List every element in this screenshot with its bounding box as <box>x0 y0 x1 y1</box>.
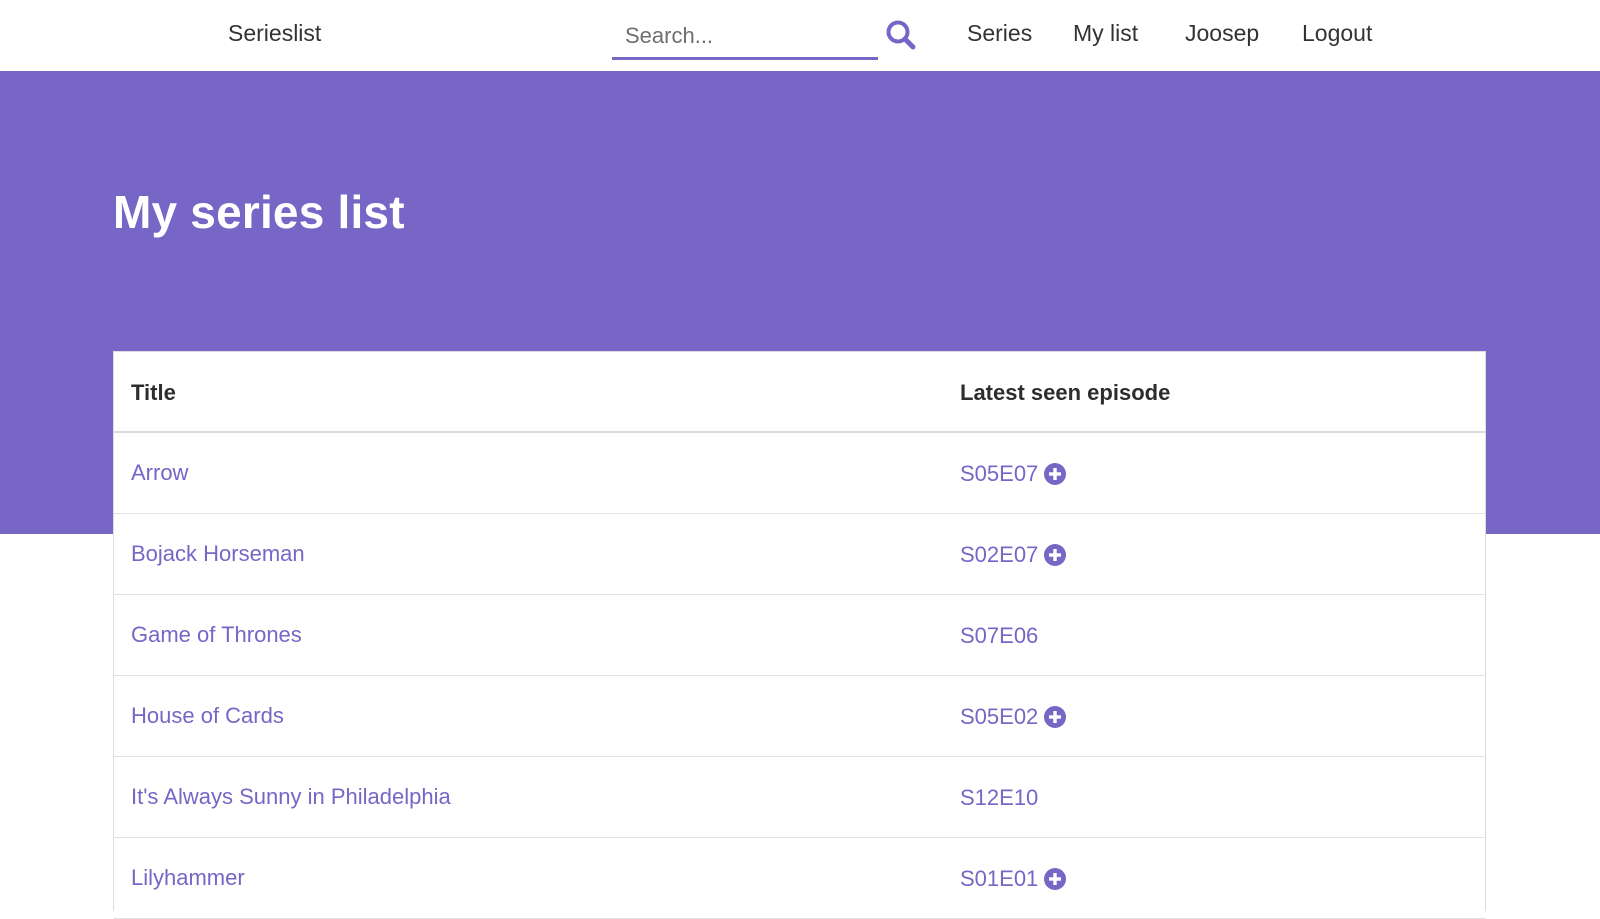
latest-episode-link[interactable]: S05E07 <box>960 461 1038 487</box>
plus-circle-icon[interactable] <box>1044 868 1067 890</box>
episode-cell: S12E10 <box>960 784 1038 812</box>
nav-link-series[interactable]: Series <box>967 20 1032 47</box>
series-title-link[interactable]: It's Always Sunny in Philadelphia <box>131 784 451 810</box>
navbar: Serieslist Series My list Joosep Logout <box>0 0 1600 71</box>
nav-links: Series My list Joosep Logout <box>0 20 1600 50</box>
column-header-title: Title <box>131 380 176 405</box>
plus-circle-icon[interactable] <box>1044 706 1067 728</box>
table-row: Game of Thrones S07E06 <box>114 595 1485 676</box>
table-row: House of Cards S05E02 <box>114 676 1485 757</box>
episode-cell: S05E07 <box>960 460 1067 488</box>
page-title: My series list <box>113 186 405 238</box>
series-title-link[interactable]: Arrow <box>131 460 188 486</box>
latest-episode-link[interactable]: S05E02 <box>960 704 1038 730</box>
series-title-link[interactable]: Bojack Horseman <box>131 541 305 567</box>
table-row: Bojack Horseman S02E07 <box>114 514 1485 595</box>
latest-episode-link[interactable]: S02E07 <box>960 542 1038 568</box>
series-title-link[interactable]: House of Cards <box>131 703 284 729</box>
episode-cell: S07E06 <box>960 622 1038 650</box>
latest-episode-link[interactable]: S01E01 <box>960 866 1038 892</box>
nav-link-user[interactable]: Joosep <box>1185 20 1259 47</box>
episode-cell: S02E07 <box>960 541 1067 569</box>
latest-episode-link[interactable]: S12E10 <box>960 785 1038 811</box>
plus-circle-icon[interactable] <box>1044 463 1067 485</box>
plus-circle-icon[interactable] <box>1044 544 1067 566</box>
series-title-link[interactable]: Lilyhammer <box>131 865 245 891</box>
table-row: Lilyhammer S01E01 <box>114 838 1485 919</box>
series-title-link[interactable]: Game of Thrones <box>131 622 302 648</box>
column-header-episode: Latest seen episode <box>960 380 1171 405</box>
latest-episode-link[interactable]: S07E06 <box>960 623 1038 649</box>
episode-cell: S05E02 <box>960 703 1067 731</box>
episode-cell: S01E01 <box>960 865 1067 893</box>
table-row: Arrow S05E07 <box>114 433 1485 514</box>
nav-link-my-list[interactable]: My list <box>1073 20 1138 47</box>
nav-link-logout[interactable]: Logout <box>1302 20 1372 47</box>
table-header: Title Latest seen episode <box>114 352 1485 433</box>
table-body: Arrow S05E07 Bojack Horseman S02E07 Game of … <box>114 433 1485 919</box>
table-row: It's Always Sunny in Philadelphia S12E10 <box>114 757 1485 838</box>
series-table: Title Latest seen episode Arrow S05E07 Boj… <box>113 351 1486 919</box>
